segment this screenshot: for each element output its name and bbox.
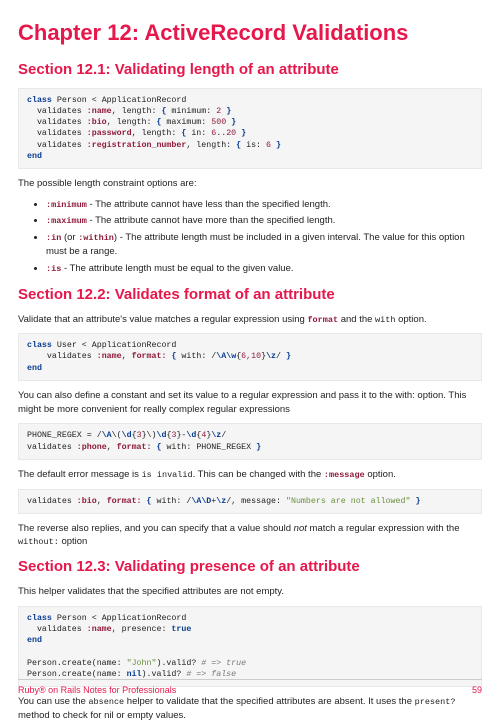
list-item: :in (or :within) - The attribute length …: [46, 231, 482, 259]
paragraph: Validate that an attribute's value match…: [18, 313, 482, 327]
section-title-12-2: Section 12.2: Validates format of an att…: [18, 284, 482, 305]
paragraph: The default error message is is invalid.…: [18, 468, 482, 482]
option-code: :is: [46, 264, 61, 274]
paragraph: The possible length constraint options a…: [18, 177, 482, 191]
paragraph: You can use the absence helper to valida…: [18, 695, 482, 723]
paragraph: The reverse also replies, and you can sp…: [18, 522, 482, 550]
emphasis: not: [294, 523, 307, 534]
list-item: :maximum - The attribute cannot have mor…: [46, 214, 482, 228]
option-code: :within: [78, 233, 114, 243]
paragraph: This helper validates that the specified…: [18, 585, 482, 599]
footer-title: Ruby® on Rails Notes for Professionals: [18, 684, 176, 697]
code-block-phone-regex: PHONE_REGEX = /\A\(\d{3}\)\d{3}-\d{4}\z/…: [18, 423, 482, 459]
section-title-12-3: Section 12.3: Validating presence of an …: [18, 556, 482, 577]
section-title-12-1: Section 12.1: Validating length of an at…: [18, 59, 482, 80]
page-footer: Ruby® on Rails Notes for Professionals 5…: [18, 679, 482, 697]
option-code: :minimum: [46, 200, 87, 210]
inline-code: present?: [415, 697, 456, 707]
inline-code: :message: [324, 470, 365, 480]
inline-code: with: [375, 315, 395, 325]
inline-code: format: [307, 315, 338, 325]
code-block-format: class User < ApplicationRecord validates…: [18, 333, 482, 381]
code-block-length: class Person < ApplicationRecord validat…: [18, 88, 482, 169]
options-list: :minimum - The attribute cannot have les…: [18, 198, 482, 276]
list-item: :minimum - The attribute cannot have les…: [46, 198, 482, 212]
code-block-message: validates :bio, format: { with: /\A\D+\z…: [18, 489, 482, 514]
inline-code: absence: [88, 697, 124, 707]
list-item: :is - The attribute length must be equal…: [46, 262, 482, 276]
option-code: :maximum: [46, 216, 87, 226]
option-code: :in: [46, 233, 61, 243]
paragraph: You can also define a constant and set i…: [18, 389, 482, 417]
page-number: 59: [472, 684, 482, 697]
code-block-presence: class Person < ApplicationRecord validat…: [18, 606, 482, 687]
inline-code: is invalid: [142, 470, 193, 480]
chapter-title: Chapter 12: ActiveRecord Validations: [18, 18, 482, 49]
inline-code: without:: [18, 537, 59, 547]
